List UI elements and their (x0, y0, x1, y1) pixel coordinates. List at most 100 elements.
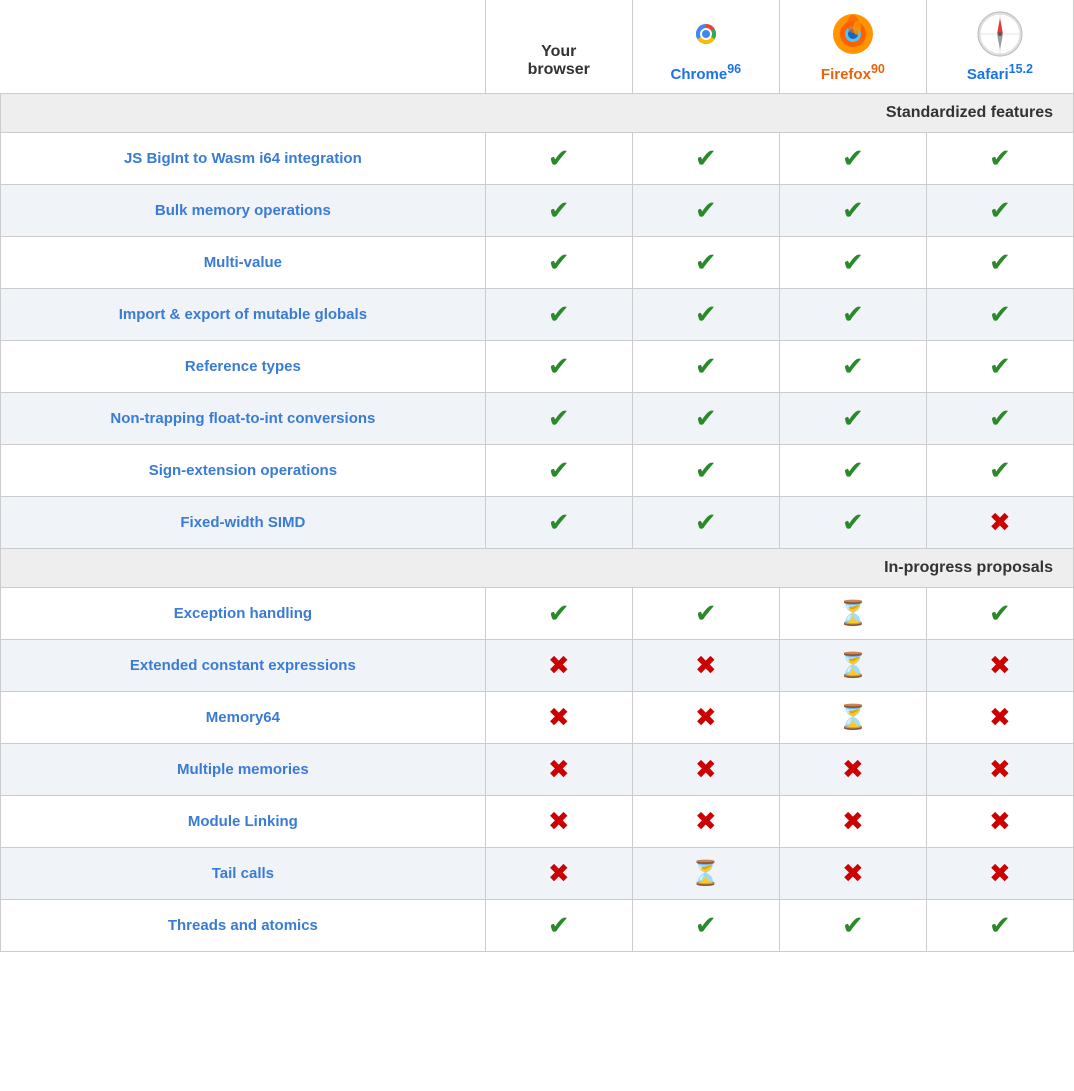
check-icon: ✔ (989, 598, 1011, 628)
check-icon: ✔ (695, 247, 717, 277)
table-row: Multiple memories✖✖✖✖ (1, 744, 1074, 796)
support-cell-2: ✔ (779, 289, 926, 341)
feature-column-header (1, 0, 486, 94)
table-row: Multi-value✔✔✔✔ (1, 237, 1074, 289)
check-icon: ✔ (989, 351, 1011, 381)
support-cell-1: ⏳ (632, 848, 779, 900)
feature-label: Threads and atomics (168, 917, 318, 934)
hourglass-icon: ⏳ (838, 652, 868, 679)
support-cell-1: ✔ (632, 588, 779, 640)
support-cell-3: ✔ (926, 237, 1073, 289)
check-icon: ✔ (989, 143, 1011, 173)
support-cell-3: ✔ (926, 445, 1073, 497)
firefox-header: Firefox90 (779, 0, 926, 94)
support-cell-1: ✔ (632, 445, 779, 497)
safari-icon (976, 10, 1024, 58)
check-icon: ✔ (842, 143, 864, 173)
support-cell-1: ✖ (632, 692, 779, 744)
check-icon: ✔ (989, 910, 1011, 940)
check-icon: ✔ (989, 299, 1011, 329)
feature-label: Sign-extension operations (149, 462, 337, 479)
check-icon: ✔ (842, 299, 864, 329)
cross-icon: ✖ (989, 806, 1011, 836)
check-icon: ✔ (548, 299, 570, 329)
table-row: Extended constant expressions✖✖⏳✖ (1, 640, 1074, 692)
section-title-1: In-progress proposals (1, 549, 1074, 588)
feature-label: Import & export of mutable globals (119, 306, 367, 323)
table-row: Reference types✔✔✔✔ (1, 341, 1074, 393)
support-cell-3: ✔ (926, 588, 1073, 640)
support-cell-0: ✖ (485, 848, 632, 900)
cross-icon: ✖ (842, 754, 864, 784)
table-row: Non-trapping float-to-int conversions✔✔✔… (1, 393, 1074, 445)
support-cell-3: ✖ (926, 640, 1073, 692)
check-icon: ✔ (695, 455, 717, 485)
table-row: Module Linking ✖ ✖ ✖ ✖ (1, 796, 1074, 848)
feature-name-cell: Exception handling (1, 588, 486, 640)
check-icon: ✔ (842, 351, 864, 381)
table-row: Exception handling✔✔⏳✔ (1, 588, 1074, 640)
check-icon: ✔ (695, 910, 717, 940)
hourglass-icon: ⏳ (838, 704, 868, 731)
support-cell-3: ✔ (926, 289, 1073, 341)
table-row: Bulk memory operations✔✔✔✔ (1, 185, 1074, 237)
support-cell-0: ✔ (485, 393, 632, 445)
cross-icon: ✖ (695, 702, 717, 732)
support-cell-0: ✖ (485, 640, 632, 692)
cross-icon: ✖ (989, 754, 1011, 784)
support-cell-2: ⏳ (779, 588, 926, 640)
check-icon: ✔ (548, 403, 570, 433)
check-icon: ✔ (548, 910, 570, 940)
table-body: Standardized featuresJS BigInt to Wasm i… (1, 94, 1074, 952)
support-cell-3: ✖ (926, 848, 1073, 900)
feature-label: JS BigInt to Wasm i64 integration (124, 150, 362, 167)
support-cell-0: ✔ (485, 185, 632, 237)
cross-icon: ✖ (842, 858, 864, 888)
table-row: Tail calls✖⏳✖✖ (1, 848, 1074, 900)
feature-name-cell: Multiple memories (1, 744, 486, 796)
feature-name-cell: JS BigInt to Wasm i64 integration (1, 133, 486, 185)
support-cell-0: ✔ (485, 497, 632, 549)
cross-icon: ✖ (548, 806, 570, 836)
support-cell-3: ✔ (926, 185, 1073, 237)
check-icon: ✔ (695, 351, 717, 381)
feature-label: Fixed-width SIMD (180, 514, 305, 531)
support-cell-3: ✖ (926, 692, 1073, 744)
table-row: JS BigInt to Wasm i64 integration✔✔✔✔ (1, 133, 1074, 185)
chrome-name: Chrome96 (671, 62, 742, 83)
cross-icon: ✖ (695, 806, 717, 836)
cross-icon: ✖ (989, 650, 1011, 680)
check-icon: ✔ (989, 195, 1011, 225)
support-cell-0: ✖ (485, 692, 632, 744)
support-cell-3: ✔ (926, 393, 1073, 445)
check-icon: ✔ (548, 195, 570, 225)
feature-label: Multi-value (204, 254, 282, 271)
support-cell-3: ✖ (926, 497, 1073, 549)
support-cell-1: ✖ (632, 796, 779, 848)
check-icon: ✔ (695, 299, 717, 329)
check-icon: ✔ (548, 247, 570, 277)
check-icon: ✔ (695, 403, 717, 433)
chrome-header: Chrome96 (632, 0, 779, 94)
check-icon: ✔ (695, 507, 717, 537)
cross-icon: ✖ (989, 702, 1011, 732)
check-icon: ✔ (548, 455, 570, 485)
check-icon: ✔ (548, 351, 570, 381)
hourglass-icon: ⏳ (838, 600, 868, 627)
feature-name-cell: Module Linking (1, 796, 486, 848)
check-icon: ✔ (842, 195, 864, 225)
support-cell-2: ⏳ (779, 640, 926, 692)
support-cell-2: ✔ (779, 497, 926, 549)
support-cell-2: ✖ (779, 796, 926, 848)
check-icon: ✔ (989, 403, 1011, 433)
cross-icon: ✖ (989, 858, 1011, 888)
support-cell-2: ⏳ (779, 692, 926, 744)
support-cell-3: ✔ (926, 133, 1073, 185)
cross-icon: ✖ (548, 754, 570, 784)
check-icon: ✔ (695, 143, 717, 173)
table-header: Yourbrowser (1, 0, 1074, 94)
cross-icon: ✖ (842, 806, 864, 836)
check-icon: ✔ (695, 598, 717, 628)
table-row: Sign-extension operations✔✔✔✔ (1, 445, 1074, 497)
chrome-icon (682, 10, 730, 58)
